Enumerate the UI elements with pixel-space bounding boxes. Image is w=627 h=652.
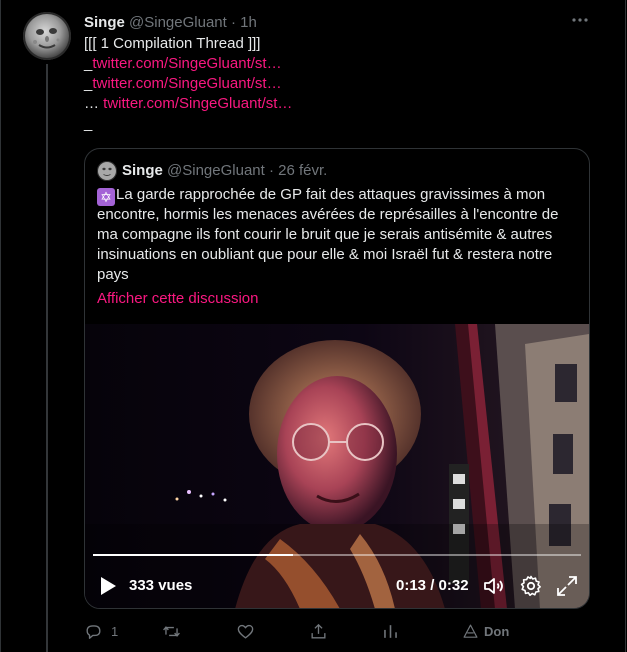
show-thread-link[interactable]: Afficher cette discussion	[97, 289, 258, 309]
tweet-trail-line: _	[84, 115, 93, 132]
more-icon	[572, 18, 588, 22]
tweet-title-line: [[[ 1 Compilation Thread ]]]	[84, 35, 261, 52]
quoted-author-name[interactable]: Singe	[122, 162, 163, 179]
play-icon[interactable]	[99, 576, 117, 596]
header-separator: ·	[230, 14, 236, 31]
thread-connector-line	[46, 64, 48, 652]
quoted-text: ✡ La garde rapprochée de GP fait des atta…	[97, 185, 577, 285]
analytics-icon	[384, 624, 397, 638]
volume-muted-icon[interactable]	[482, 574, 506, 598]
video-frame	[85, 324, 589, 608]
tweet-link-1[interactable]: twitter.com/SingeGluant/st…	[92, 55, 281, 72]
tweet-actions: 1 Don	[84, 620, 604, 642]
quoted-author-handle[interactable]: @SingeGluant	[167, 162, 265, 179]
donate-icon	[463, 624, 478, 638]
quoted-text-line-1-text: La garde rapprochée de GP fait des attaq…	[116, 186, 546, 203]
share-button[interactable]	[309, 620, 328, 642]
reply-icon	[86, 624, 101, 639]
donate-button[interactable]: Don	[462, 620, 509, 642]
quoted-text-line-5: pays	[97, 266, 129, 283]
column-left-border	[0, 0, 1, 652]
author-handle[interactable]: @SingeGluant	[129, 14, 227, 31]
video-views: 333 vues	[129, 577, 193, 594]
tweet-text: [[[ 1 Compilation Thread ]]] _twitter.co…	[84, 34, 594, 134]
video-time: 0:13 / 0:32	[396, 577, 469, 594]
reply-count: 1	[111, 623, 119, 639]
fullscreen-icon[interactable]	[555, 574, 579, 598]
quoted-text-line-1: ✡ La garde rapprochée de GP fait des atta…	[97, 185, 577, 206]
video-player[interactable]: 333 vues 0:13 / 0:32	[85, 324, 589, 608]
tweet-link-3[interactable]: twitter.com/SingeGluant/st…	[103, 95, 292, 112]
retweet-icon	[163, 625, 180, 637]
video-progress-bar[interactable]	[93, 554, 581, 556]
like-button[interactable]	[236, 620, 255, 642]
tweet-header: Singe @SingeGluant · 1h	[84, 13, 604, 33]
tweet-link-line-2: _twitter.com/SingeGluant/st…	[84, 74, 594, 94]
author-name[interactable]: Singe	[84, 14, 125, 31]
quoted-text-line-2: encontre, hormis les menaces avérées de …	[97, 206, 559, 223]
analytics-button[interactable]	[381, 620, 400, 642]
reply-button[interactable]: 1	[84, 620, 118, 642]
quoted-tweet-card[interactable]: Singe @SingeGluant · 26 févr. ✡ La garde …	[84, 148, 590, 609]
donate-label: Don	[484, 623, 510, 639]
quoted-text-line-4: insinuations en oubliant que pour elle &…	[97, 246, 553, 263]
tweet-link-line-1: _twitter.com/SingeGluant/st…	[84, 54, 594, 74]
more-button[interactable]	[568, 12, 592, 32]
avatar[interactable]	[23, 12, 71, 60]
gear-icon[interactable]	[519, 574, 543, 598]
star-of-david-icon: ✡	[97, 188, 115, 206]
video-progress-fill	[93, 554, 294, 556]
quoted-avatar[interactable]	[97, 161, 117, 181]
share-icon	[311, 623, 326, 639]
tweet-link-line-3: … twitter.com/SingeGluant/st…	[84, 94, 594, 114]
retweet-button[interactable]	[162, 620, 181, 642]
like-icon	[237, 624, 254, 639]
quoted-text-line-3: ma compagne ils font courir le bruit que…	[97, 226, 553, 243]
tweet-link-2[interactable]: twitter.com/SingeGluant/st…	[92, 75, 281, 92]
tweet-time[interactable]: 1h	[240, 14, 257, 31]
quoted-separator: ·	[268, 162, 274, 179]
link-prefix: …	[84, 95, 104, 112]
column-right-border	[625, 0, 626, 652]
quoted-header: Singe @SingeGluant · 26 févr.	[122, 161, 327, 181]
quoted-date[interactable]: 26 févr.	[278, 162, 327, 179]
